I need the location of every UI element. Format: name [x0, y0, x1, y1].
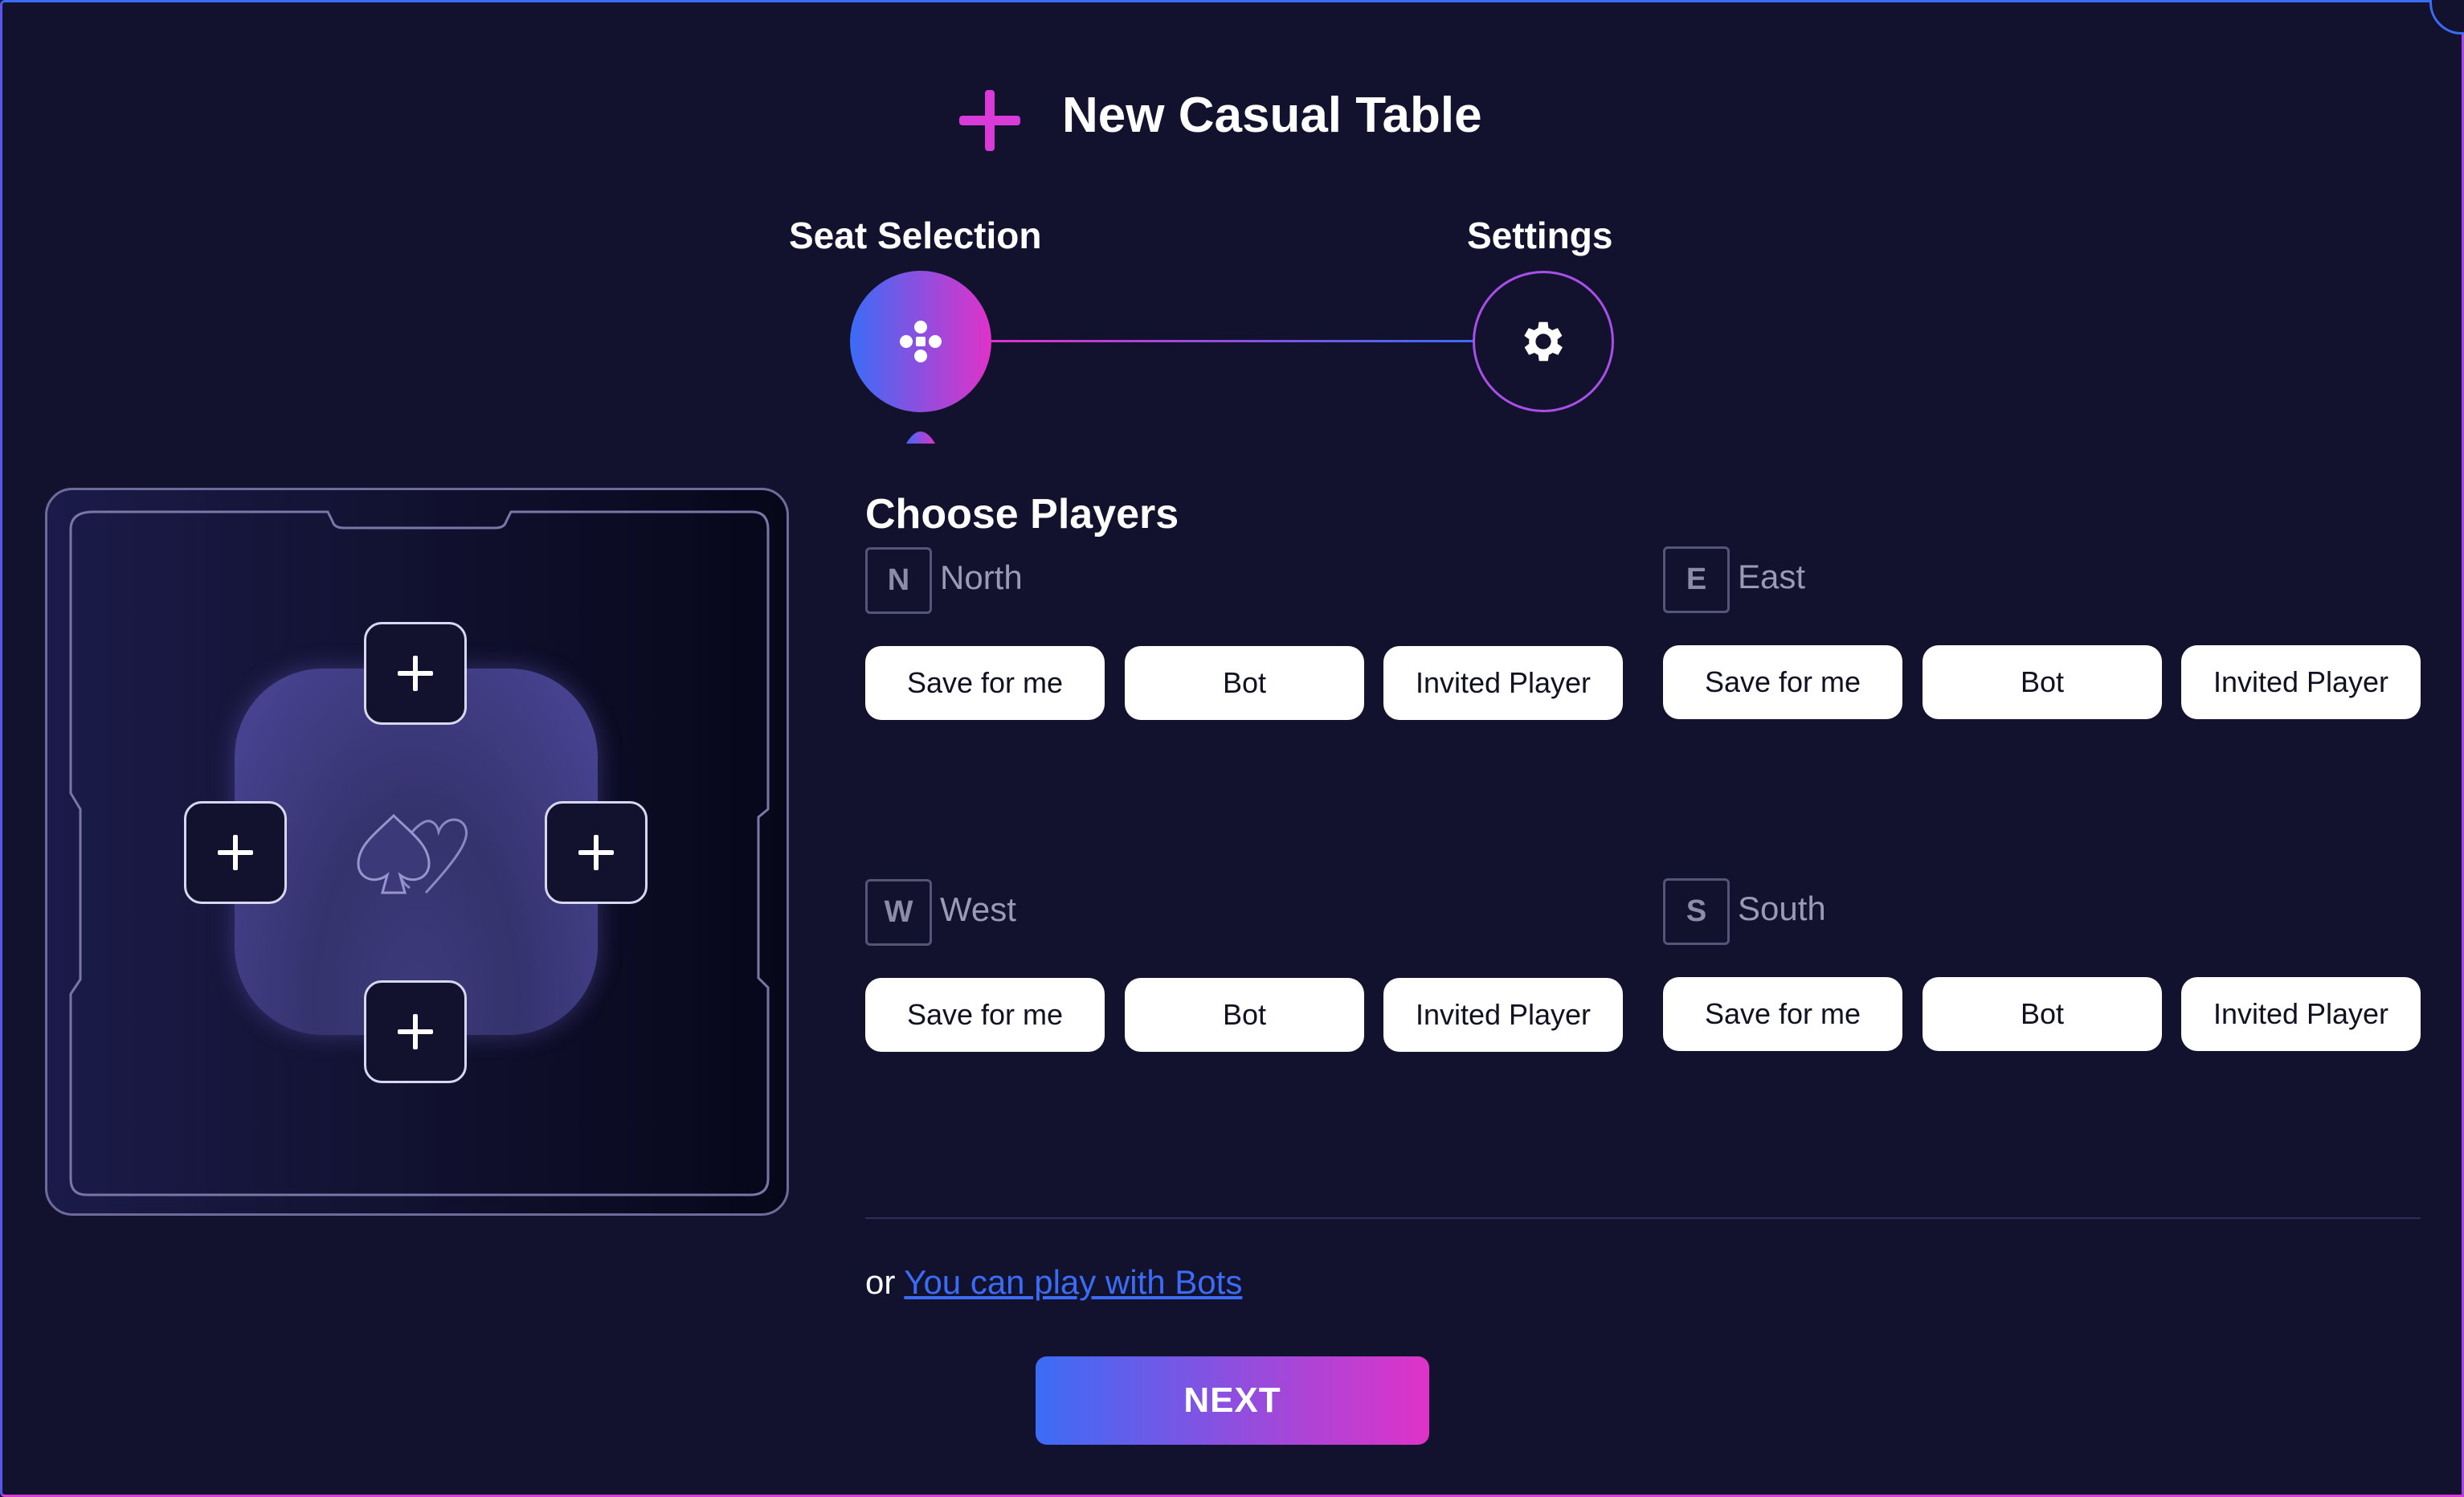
plus-icon: [578, 835, 614, 870]
seat-name: East: [1738, 558, 1806, 595]
close-corner[interactable]: [2429, 0, 2464, 35]
seat-block-east: E East Save for me Bot Invited Player: [1663, 546, 2434, 723]
south-bot-button[interactable]: Bot: [1923, 977, 2162, 1051]
page-title: New Casual Table: [1062, 88, 1482, 143]
seat-slot-east[interactable]: [545, 801, 648, 904]
seat-slot-south[interactable]: [364, 980, 467, 1083]
step-label-settings: Settings: [1467, 215, 1613, 256]
play-with-bots-link[interactable]: You can play with Bots: [904, 1263, 1242, 1301]
gear-icon: [1524, 321, 1563, 362]
play-with-bots-line: or You can play with Bots: [865, 1263, 1242, 1302]
active-step-marker: [906, 432, 935, 444]
plus-icon: [218, 835, 253, 870]
seat-badge: N: [865, 547, 932, 614]
step-seat-selection[interactable]: [850, 271, 991, 412]
plus-icon: [398, 656, 433, 691]
seat-name: North: [940, 558, 1023, 596]
east-save-for-me-button[interactable]: Save for me: [1663, 645, 1902, 719]
plus-icon: [398, 1014, 433, 1049]
south-save-for-me-button[interactable]: Save for me: [1663, 977, 1902, 1051]
or-text: or: [865, 1263, 896, 1301]
stepper-connector: [991, 340, 1473, 342]
north-invited-player-button[interactable]: Invited Player: [1383, 646, 1623, 720]
north-save-for-me-button[interactable]: Save for me: [865, 646, 1105, 720]
seat-slot-north[interactable]: [364, 622, 467, 725]
seat-name: South: [1738, 890, 1826, 927]
divider: [865, 1217, 2421, 1219]
south-invited-player-button[interactable]: Invited Player: [2181, 977, 2421, 1051]
step-settings[interactable]: [1473, 271, 1614, 412]
seat-badge: W: [865, 879, 932, 946]
step-label-seat-selection: Seat Selection: [789, 215, 1042, 256]
spade-heart-icon: [357, 813, 468, 894]
seat-name: West: [940, 890, 1016, 928]
seat-grid-icon: [900, 321, 942, 362]
seat-block-south: S South Save for me Bot Invited Player: [1663, 878, 2434, 1055]
section-title: Choose Players: [865, 491, 1179, 538]
west-save-for-me-button[interactable]: Save for me: [865, 978, 1105, 1052]
east-invited-player-button[interactable]: Invited Player: [2181, 645, 2421, 719]
seat-block-west: W West Save for me Bot Invited Player: [865, 879, 1637, 1056]
seat-badge: S: [1663, 878, 1730, 945]
west-bot-button[interactable]: Bot: [1125, 978, 1364, 1052]
plus-icon: [959, 90, 1020, 151]
seat-badge: E: [1663, 546, 1730, 613]
seat-block-north: N North Save for me Bot Invited Player: [865, 547, 1637, 724]
next-button[interactable]: NEXT: [1036, 1356, 1429, 1445]
east-bot-button[interactable]: Bot: [1923, 645, 2162, 719]
west-invited-player-button[interactable]: Invited Player: [1383, 978, 1623, 1052]
north-bot-button[interactable]: Bot: [1125, 646, 1364, 720]
seat-slot-west[interactable]: [184, 801, 287, 904]
